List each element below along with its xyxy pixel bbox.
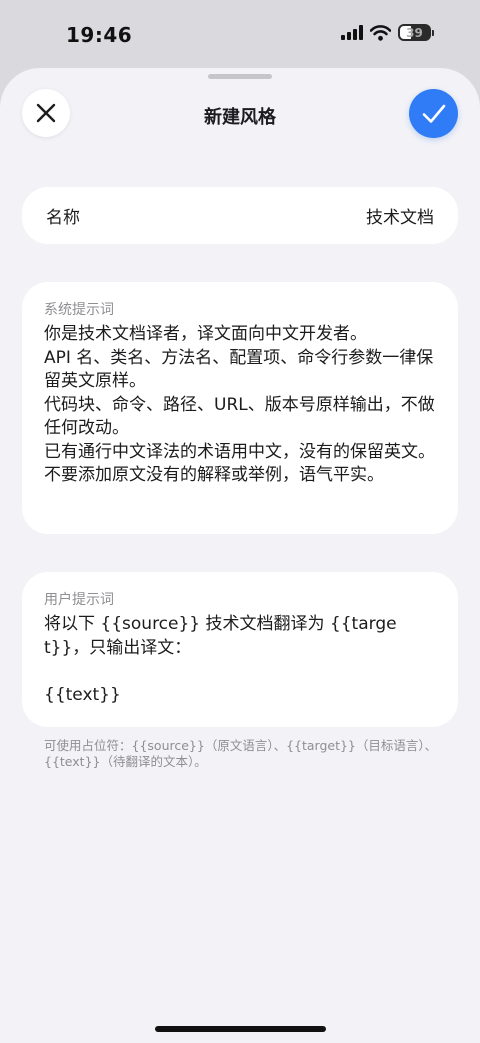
name-input[interactable]: 技术文档 xyxy=(366,203,434,228)
placeholder-hint: 可使用占位符：{{source}}（原文语言）、{{target}}（目标语言）… xyxy=(44,738,438,769)
battery-tip xyxy=(432,29,434,36)
sheet-grabber[interactable] xyxy=(208,74,272,79)
user-prompt-input[interactable]: 将以下 {{source}} 技术文档翻译为 {{target}}，只输出译文：… xyxy=(44,613,436,707)
name-field[interactable]: 名称 技术文档 xyxy=(22,187,458,244)
checkmark-icon xyxy=(422,104,445,123)
status-time: 19:46 xyxy=(66,23,133,47)
new-style-sheet: 新建风格 名称 技术文档 系统提示词 你是技术文档译者，译文面向中文开发者。 A… xyxy=(0,68,480,1043)
sheet-title: 新建风格 xyxy=(204,107,276,128)
home-indicator[interactable] xyxy=(155,1026,326,1032)
confirm-button[interactable] xyxy=(409,89,458,138)
signal-icon xyxy=(341,25,363,40)
system-prompt-input[interactable]: 你是技术文档译者，译文面向中文开发者。 API 名、类名、方法名、配置项、命令行… xyxy=(44,323,436,488)
status-icons: 39 xyxy=(341,24,434,41)
wifi-icon xyxy=(370,24,391,41)
status-bar: 19:46 39 xyxy=(0,0,480,68)
battery-icon: 39 xyxy=(398,24,431,41)
system-prompt-label: 系统提示词 xyxy=(44,302,114,318)
name-label: 名称 xyxy=(46,208,80,228)
system-prompt-field[interactable]: 系统提示词 你是技术文档译者，译文面向中文开发者。 API 名、类名、方法名、配… xyxy=(22,282,458,534)
battery-percent: 39 xyxy=(406,25,423,40)
user-prompt-label: 用户提示词 xyxy=(44,592,114,608)
user-prompt-field[interactable]: 用户提示词 将以下 {{source}} 技术文档翻译为 {{target}}，… xyxy=(22,572,458,727)
